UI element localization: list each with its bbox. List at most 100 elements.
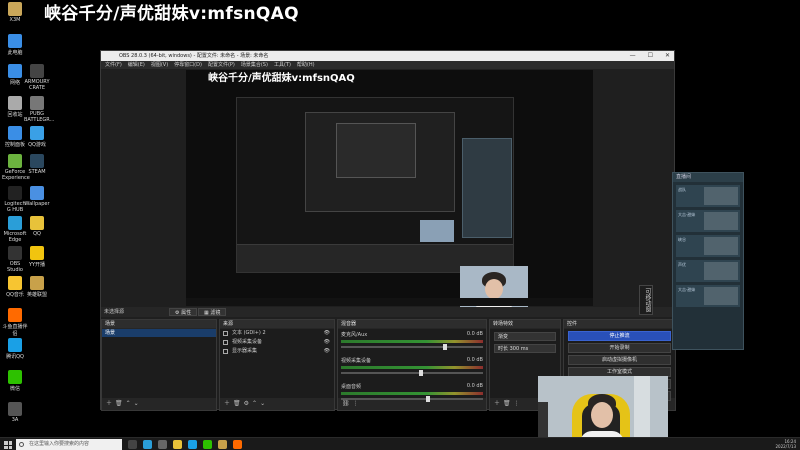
remove-source-icon[interactable]: 🗑 bbox=[233, 400, 241, 408]
transition-duration[interactable]: 时长 300 ms bbox=[494, 344, 556, 353]
mixer-channel-db: 0.0 dB bbox=[466, 383, 483, 389]
app-icon bbox=[8, 154, 22, 168]
filters-button[interactable]: ▦ 滤镜 bbox=[198, 308, 227, 316]
add-scene-icon[interactable]: ＋ bbox=[106, 400, 112, 408]
desktop-icon[interactable]: PUBG BATTLEGR... bbox=[24, 96, 55, 123]
live-room-item[interactable]: 声优 bbox=[676, 260, 740, 282]
visibility-icon[interactable]: 👁 bbox=[324, 329, 330, 338]
visibility-icon[interactable]: 👁 bbox=[324, 347, 330, 356]
edge-icon[interactable] bbox=[143, 440, 152, 449]
add-transition-icon[interactable]: ＋ bbox=[494, 400, 500, 408]
side-badge[interactable]: 可移动窗 bbox=[639, 285, 653, 315]
transition-menu-icon[interactable]: ⋮ bbox=[514, 400, 520, 408]
mixer-link-icon[interactable]: ⛓ bbox=[342, 400, 350, 408]
menu-item[interactable]: 配置文件(P) bbox=[208, 61, 235, 69]
volume-slider[interactable] bbox=[341, 370, 483, 376]
obs-window[interactable]: OBS 28.0.3 (64-bit, windows) - 配置文件: 未命名… bbox=[100, 50, 676, 411]
desktop-icon[interactable]: QQ游戏 bbox=[24, 126, 50, 148]
move-down-icon[interactable]: ⌄ bbox=[260, 400, 265, 408]
live-room-dock[interactable]: 直播间 战队 大吉·甜妹 峡谷 声优 大吉·甜妹 bbox=[672, 172, 744, 350]
control-button[interactable]: 启动虚拟摄像机 bbox=[568, 355, 671, 365]
live-room-item[interactable]: 峡谷 bbox=[676, 235, 740, 257]
menu-item[interactable]: 编辑(E) bbox=[128, 61, 145, 69]
qq-icon[interactable] bbox=[188, 440, 197, 449]
desktop-icon[interactable]: YY开播 bbox=[24, 246, 50, 268]
app-icon bbox=[8, 246, 22, 260]
menu-item[interactable]: 文件(F) bbox=[105, 61, 122, 69]
source-settings-icon[interactable]: ⚙ bbox=[244, 400, 249, 408]
remove-scene-icon[interactable]: 🗑 bbox=[115, 400, 123, 408]
desktop-icon-label: PUBG BATTLEGR... bbox=[24, 111, 55, 123]
wechat-icon[interactable] bbox=[203, 440, 212, 449]
start-button[interactable] bbox=[4, 441, 12, 449]
obs-titlebar[interactable]: OBS 28.0.3 (64-bit, windows) - 配置文件: 未命名… bbox=[101, 51, 674, 61]
app-icon bbox=[8, 186, 22, 200]
visibility-icon[interactable]: 👁 bbox=[324, 338, 330, 347]
obs-icon[interactable] bbox=[158, 440, 167, 449]
live-room-thumbnail bbox=[704, 187, 738, 205]
desktop-icon[interactable]: STEAM bbox=[24, 154, 50, 175]
control-button[interactable]: 开始录制 bbox=[568, 343, 671, 353]
scenes-dock: 场景 场景 ＋ 🗑 ⌃ ⌄ bbox=[101, 319, 217, 411]
folder-icon[interactable] bbox=[173, 440, 182, 449]
desktop-icon[interactable]: 腾讯QQ bbox=[2, 338, 28, 360]
system-tray[interactable]: 16:24 2022/7/13 bbox=[775, 439, 796, 449]
source-item[interactable]: 显示器采集 👁 bbox=[220, 347, 334, 356]
move-up-icon[interactable]: ⌃ bbox=[126, 400, 131, 408]
menu-item[interactable]: 场景集合(S) bbox=[241, 61, 268, 69]
live-room-item[interactable]: 大吉·甜妹 bbox=[676, 210, 740, 232]
sources-header: 来源 bbox=[223, 321, 234, 327]
control-button[interactable]: 停止推流 bbox=[568, 331, 671, 341]
source-item[interactable]: 视频采集设备 👁 bbox=[220, 338, 334, 347]
desktop-icon[interactable]: 英雄联盟 bbox=[24, 276, 50, 298]
close-icon[interactable]: ✕ bbox=[665, 51, 670, 61]
move-up-icon[interactable]: ⌃ bbox=[252, 400, 257, 408]
app-icon bbox=[8, 34, 22, 48]
minimize-icon[interactable]: — bbox=[630, 51, 636, 61]
mixer-menu-icon[interactable]: ⋮ bbox=[353, 400, 359, 408]
menu-item[interactable]: 停靠窗口(D) bbox=[174, 61, 202, 69]
add-source-icon[interactable]: ＋ bbox=[224, 400, 230, 408]
move-down-icon[interactable]: ⌄ bbox=[134, 400, 139, 408]
lol-icon[interactable] bbox=[218, 440, 227, 449]
properties-button[interactable]: ⚙ 属性 bbox=[169, 308, 198, 316]
scene-item[interactable]: 场景 bbox=[102, 329, 216, 337]
desktop-icon[interactable]: 微信 bbox=[2, 370, 28, 392]
desktop-icon[interactable]: Wallpaper bbox=[24, 186, 50, 207]
app-icon bbox=[8, 96, 22, 110]
taskbar-search[interactable]: 在这里输入你要搜索的内容 bbox=[16, 439, 122, 450]
desktop-icon[interactable]: X3M bbox=[2, 2, 28, 23]
desktop-icon-label: 微信 bbox=[9, 386, 20, 392]
transition-select[interactable]: 渐变 bbox=[494, 332, 556, 341]
live-room-item[interactable]: 大吉·甜妹 bbox=[676, 285, 740, 307]
desktop-icon-label: 腾讯QQ bbox=[6, 354, 24, 360]
live-room-item-label: 峡谷 bbox=[678, 237, 686, 242]
desktop-icon-label: QQ游戏 bbox=[28, 142, 46, 148]
desktop-icon-label: 斗鱼直播伴侣 bbox=[2, 324, 28, 337]
menu-item[interactable]: 帮助(H) bbox=[297, 61, 315, 69]
desktop-icon[interactable]: 斗鱼直播伴侣 bbox=[2, 308, 28, 337]
obs-preview[interactable]: 峡谷千分/声优甜妹v:mfsnQAQ bbox=[186, 70, 593, 316]
desktop-icon-label: X3M bbox=[9, 17, 21, 23]
desktop-icon-label: 英雄联盟 bbox=[26, 292, 47, 298]
volume-slider[interactable] bbox=[341, 344, 483, 350]
app-icon bbox=[8, 216, 22, 230]
desktop-icon[interactable]: QQ bbox=[24, 216, 50, 237]
remove-transition-icon[interactable]: 🗑 bbox=[503, 400, 511, 408]
preview-taskbar bbox=[186, 298, 593, 306]
text-source-icon bbox=[223, 331, 228, 336]
live-room-item[interactable]: 战队 bbox=[676, 185, 740, 207]
desktop-icon[interactable]: 此电脑 bbox=[2, 34, 28, 56]
maximize-icon[interactable]: ☐ bbox=[648, 51, 653, 61]
menu-item[interactable]: 视图(V) bbox=[151, 61, 168, 69]
source-item[interactable]: 文本 (GDI+) 2 👁 bbox=[220, 329, 334, 338]
app-icon bbox=[8, 64, 22, 78]
task-view-icon[interactable] bbox=[128, 440, 137, 449]
menu-item[interactable]: 工具(T) bbox=[274, 61, 291, 69]
app-icon bbox=[30, 186, 44, 200]
live-room-thumbnail bbox=[704, 262, 738, 280]
desktop-icon[interactable]: 3A bbox=[2, 402, 28, 423]
nested-capture-3 bbox=[336, 123, 416, 178]
douyu-icon[interactable] bbox=[233, 440, 242, 449]
desktop-icon[interactable]: ARMOURY CRATE bbox=[24, 64, 50, 91]
